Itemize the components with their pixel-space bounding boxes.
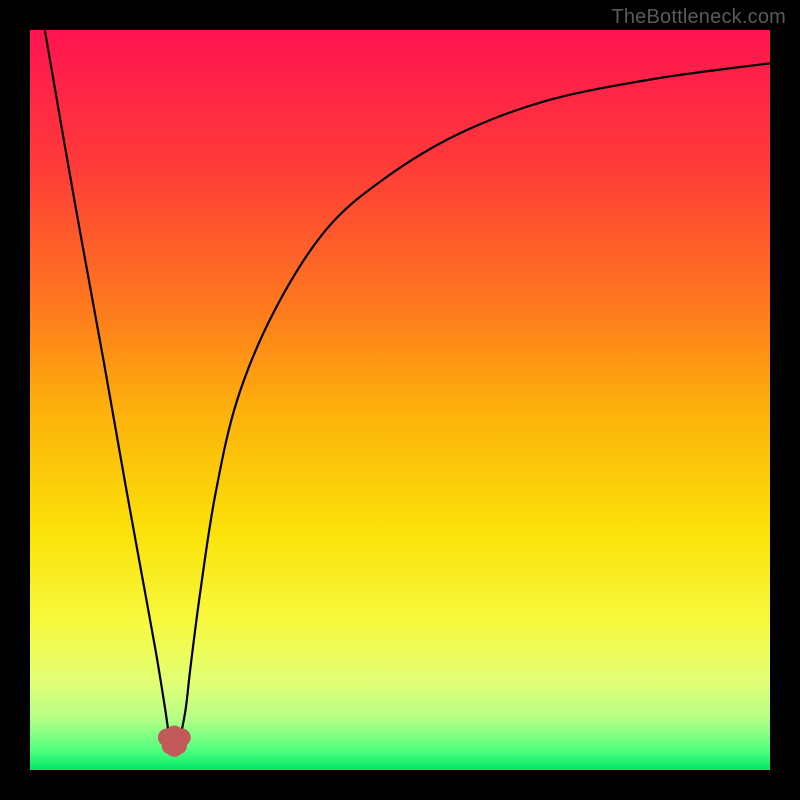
chart-canvas: [0, 0, 800, 800]
marker-dot: [165, 725, 183, 743]
chart-svg: [0, 0, 800, 800]
plot-background: [30, 30, 770, 770]
watermark: TheBottleneck.com: [611, 6, 786, 29]
